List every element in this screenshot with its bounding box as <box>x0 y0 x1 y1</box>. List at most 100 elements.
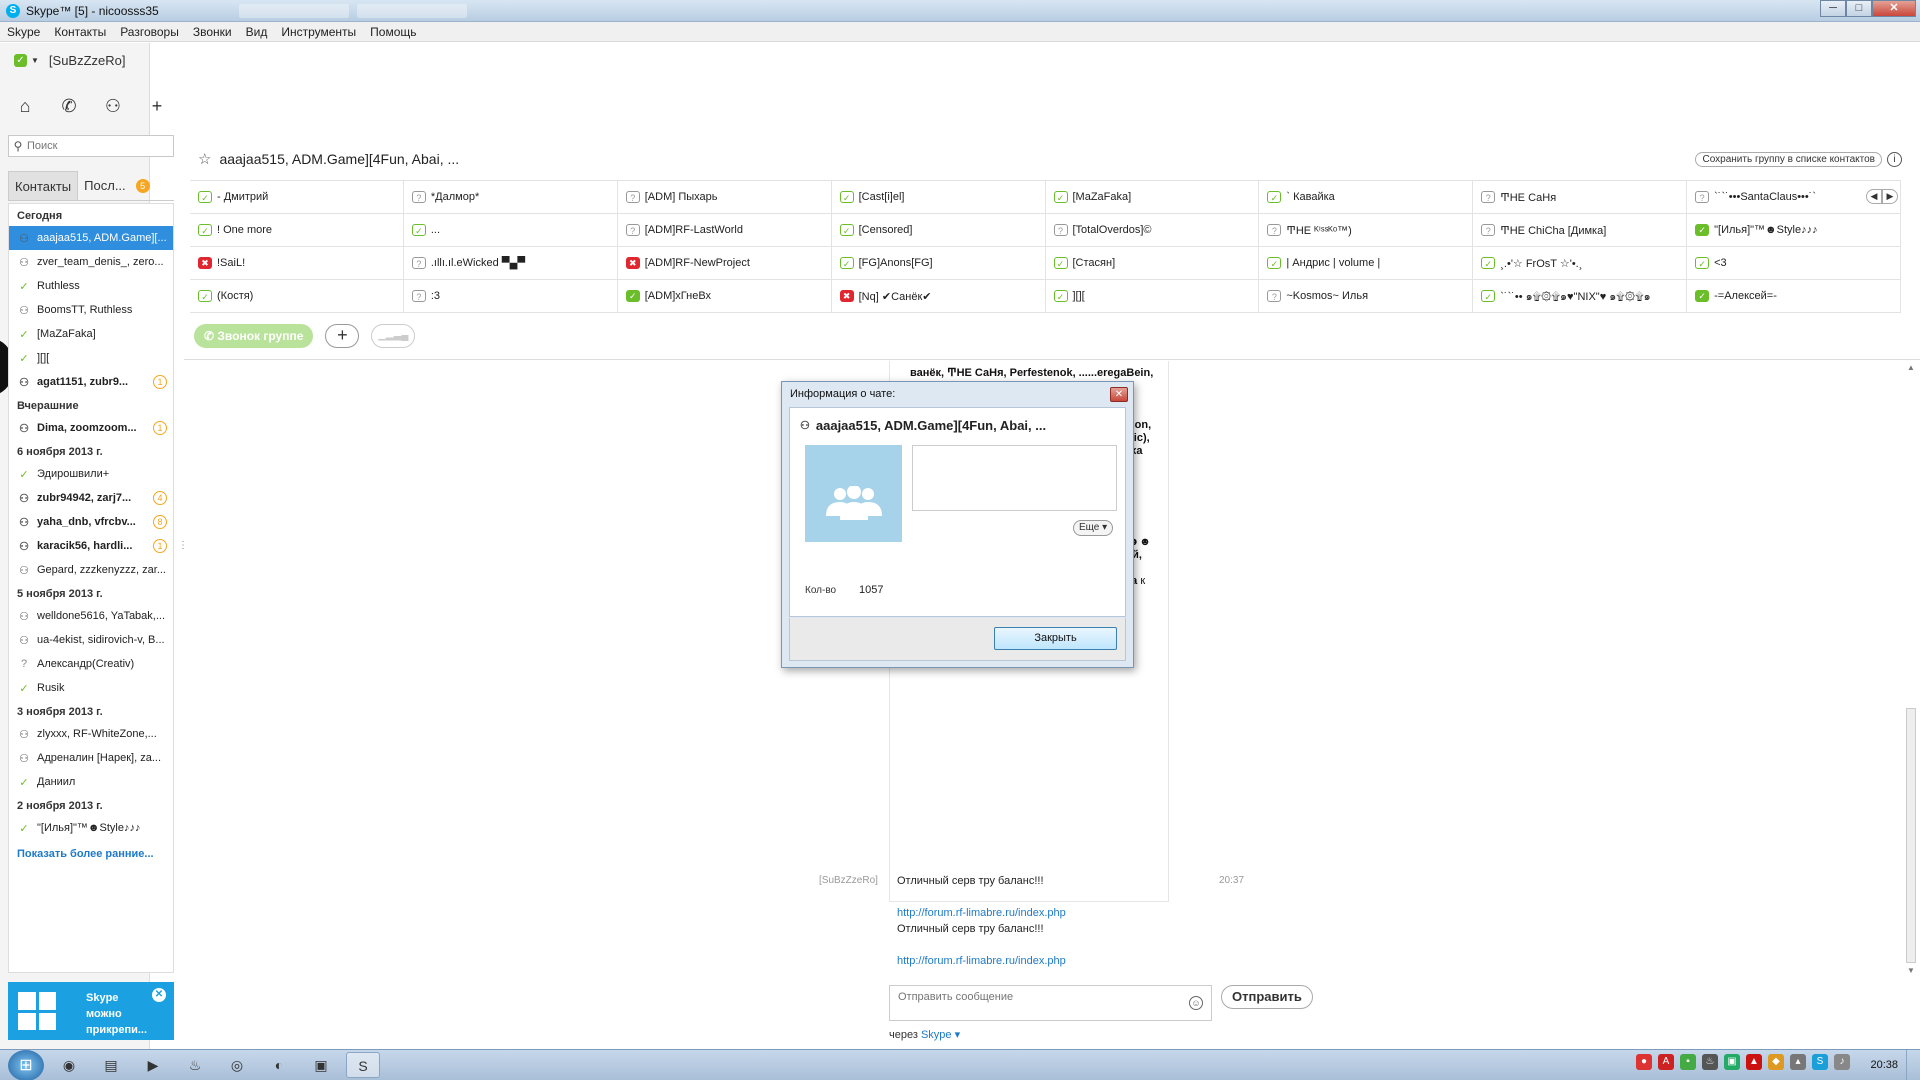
maximize-button[interactable]: □ <box>1846 0 1872 17</box>
contact-list-item[interactable]: ⚇ aaajaa515, ADM.Game][... <box>9 226 173 250</box>
contact-list-item[interactable]: ✓ Эдирошвили+ <box>9 462 173 486</box>
tray-icon[interactable]: ▪ <box>1680 1054 1696 1070</box>
contact-list-item[interactable]: ⚇ karacik56, hardli... 1 <box>9 534 173 558</box>
search-input[interactable] <box>27 140 167 152</box>
online-status-icon[interactable]: ✓ <box>14 54 27 67</box>
participant-cell[interactable]: ✓ [Censored] <box>831 214 1046 247</box>
scroll-up-icon[interactable]: ▲ <box>1904 363 1918 372</box>
participant-cell[interactable]: ✓ | Андрис | volume | <box>1259 247 1474 280</box>
chrome-icon[interactable]: ◎ <box>220 1052 254 1078</box>
participant-cell[interactable]: ✓ (Костя) <box>190 280 404 313</box>
folder-icon[interactable]: ▣ <box>304 1052 338 1078</box>
scrollbar-thumb[interactable] <box>1906 708 1916 963</box>
contact-list-item[interactable]: ⚇ zlyxxx, RF-WhiteZone,... <box>9 722 173 746</box>
participant-cell[interactable]: ? *Далмор* <box>403 181 618 214</box>
add-contact-icon[interactable]: + <box>146 95 168 117</box>
taskbar-app-icon[interactable]: ◉ <box>52 1052 86 1078</box>
tab-recent[interactable]: Посл... <box>78 171 132 200</box>
menu-contacts[interactable]: Контакты <box>47 25 113 39</box>
group-icon[interactable]: ⚇ <box>102 95 124 117</box>
tray-icon[interactable]: ♨ <box>1702 1054 1718 1070</box>
tray-icon[interactable]: A <box>1658 1054 1674 1070</box>
participant-cell[interactable]: ✖ !SaiL! <box>190 247 404 280</box>
participant-cell[interactable]: ✖ [Nq] ✔Санёк✔ <box>831 280 1046 313</box>
contact-list-item[interactable]: ⚇ yaha_dnb, vfrcbv... 8 <box>9 510 173 534</box>
participant-cell[interactable]: ✓ <3 <box>1687 247 1901 280</box>
phone-icon[interactable]: ✆ <box>58 95 80 117</box>
participant-cell[interactable]: ? ͲΗΕ ᴷⁱˢˢᴷᵒ™) <box>1259 214 1474 247</box>
chevron-right-icon[interactable]: ▶ <box>1882 189 1898 204</box>
show-desktop-button[interactable] <box>1906 1050 1920 1080</box>
tray-icon[interactable]: ▲ <box>1746 1054 1762 1070</box>
app-icon[interactable]: ◐ <box>262 1052 296 1078</box>
menu-help[interactable]: Помощь <box>363 25 423 39</box>
contact-list-item[interactable]: ⚇ Gepard, zzzkenyzzz, zar... <box>9 558 173 582</box>
profile-status[interactable]: ✓ ▼ [SuBzZzeRo] <box>14 53 126 68</box>
save-group-button[interactable]: Сохранить группу в списке контактов <box>1695 152 1882 167</box>
contact-list-item[interactable]: ✓ "[Илья]"™☻Style♪♪♪ <box>9 816 173 840</box>
contact-list-item[interactable]: ✓ Даниил <box>9 770 173 794</box>
close-window-button[interactable]: ✕ <box>1872 0 1916 17</box>
message-composer[interactable]: ☺ <box>889 985 1212 1021</box>
promo-close-icon[interactable]: ✕ <box>152 988 166 1002</box>
tray-icon[interactable]: ▴ <box>1790 1054 1806 1070</box>
dialog-close-button[interactable]: Закрыть <box>994 627 1117 650</box>
contact-list-item[interactable]: ✓ Ruthless <box>9 274 173 298</box>
show-earlier-link[interactable]: Показать более ранние... <box>9 840 173 860</box>
participant-cell[interactable]: ? ͲΗΕ СаНя <box>1473 181 1688 214</box>
send-via[interactable]: через Skype ▾ <box>889 1028 960 1041</box>
participant-cell[interactable]: ✓ [Cast[i]el] <box>831 181 1046 214</box>
message-input[interactable] <box>898 991 1158 1003</box>
contact-list-item[interactable]: ✓ [MaZaFaka] <box>9 322 173 346</box>
participant-cell[interactable]: ? ~Kosmos~ Илья <box>1259 280 1474 313</box>
group-avatar[interactable] <box>805 445 902 542</box>
participant-cell[interactable]: ✓ -=Алексей=- <box>1687 280 1901 313</box>
clock[interactable]: 20:38 <box>1870 1059 1898 1071</box>
emoticon-icon[interactable]: ☺ <box>1189 996 1203 1010</box>
steam-icon[interactable]: ♨ <box>178 1052 212 1078</box>
participant-cell[interactable]: ? [TotalOverdos]© <box>1045 214 1260 247</box>
contact-list-item[interactable]: ? Александр(Creativ) <box>9 652 173 676</box>
participant-cell[interactable]: ✓ ! One more <box>190 214 404 247</box>
menu-conversations[interactable]: Разговоры <box>113 25 186 39</box>
participant-cell[interactable]: ✓ [ADM]хГнеВх <box>617 280 832 313</box>
participant-cell[interactable]: ✓ ` Кавайка <box>1259 181 1474 214</box>
chat-scrollbar[interactable]: ▲ ▼ <box>1904 363 1918 975</box>
home-icon[interactable]: ⌂ <box>14 95 36 117</box>
contact-list-item[interactable]: ⚇ zver_team_denis_, zero... <box>9 250 173 274</box>
more-button[interactable]: Еще ▾ <box>1073 520 1114 536</box>
participant-cell[interactable]: ✓... <box>403 214 618 247</box>
contact-list-item[interactable]: ⚇ Dima, zoomzoom... 1 <box>9 416 173 440</box>
participant-cell[interactable]: ✓ ¸.•'☆ FrOsT ☆'•.¸ <box>1473 247 1688 280</box>
message-link[interactable]: http://forum.rf-limabre.ru/index.php <box>897 955 1066 967</box>
participant-cell[interactable]: ✓ [MaZaFaka] <box>1045 181 1260 214</box>
participant-cell[interactable]: ?:3 <box>403 280 618 313</box>
menu-calls[interactable]: Звонки <box>186 25 239 39</box>
message-link[interactable]: http://forum.rf-limabre.ru/index.php <box>897 907 1066 919</box>
pin-skype-promo[interactable]: Skype можно прикрепи... ✕ <box>8 982 174 1040</box>
tray-icon[interactable]: ● <box>1636 1054 1652 1070</box>
contact-list-item[interactable]: ✓ Rusik <box>9 676 173 700</box>
search-box[interactable]: ⚲ <box>8 135 174 157</box>
favorite-star-icon[interactable]: ☆ <box>198 150 211 168</box>
signal-strength-icon[interactable]: ▁▂▃▄ <box>371 324 416 348</box>
participant-cell[interactable]: ✓ - Дмитрий <box>190 181 404 214</box>
skype-taskbar-icon[interactable]: S <box>346 1052 380 1078</box>
participant-cell[interactable]: ✓ [Стасян] <box>1045 247 1260 280</box>
menu-view[interactable]: Вид <box>239 25 275 39</box>
participant-cell[interactable]: ✓][][ <box>1045 280 1260 313</box>
participant-cell[interactable]: ? [ADM] Пыхарь <box>617 181 832 214</box>
menu-skype[interactable]: Skype <box>0 25 47 39</box>
participant-cell[interactable]: ✓ `˙`˙•• ๑۩۞۩๑♥"NIX"♥ ๑۩۞۩๑ <box>1473 280 1688 313</box>
tab-contacts[interactable]: Контакты <box>8 171 79 200</box>
menu-tools[interactable]: Инструменты <box>274 25 363 39</box>
tray-icon[interactable]: ▣ <box>1724 1054 1740 1070</box>
start-button[interactable]: ⊞ <box>8 1049 44 1080</box>
scroll-down-icon[interactable]: ▼ <box>1904 966 1918 975</box>
participant-cell[interactable]: ✖ [ADM]RF-NewProject <box>617 247 832 280</box>
media-player-icon[interactable]: ▶ <box>136 1052 170 1078</box>
dialog-close-icon[interactable]: ✕ <box>1110 387 1128 402</box>
participant-cell[interactable]: ? .ıllı.ıl.eWicked ▀▄▀ <box>403 247 618 280</box>
chevron-down-icon[interactable]: ▼ <box>31 56 39 65</box>
participant-cell[interactable]: ✓ "[Илья]"™☻Style♪♪♪ <box>1687 214 1901 247</box>
